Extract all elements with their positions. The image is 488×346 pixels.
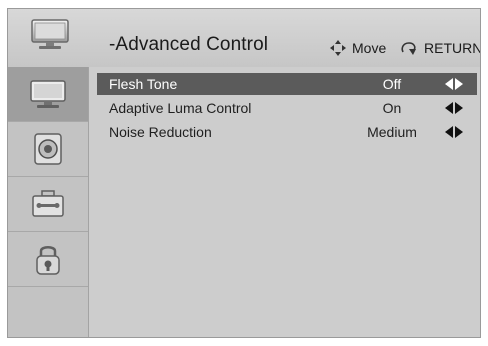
- setup-toolbox-icon: [32, 190, 64, 217]
- osd-menu-frame: -Advanced Control Move RETURN Flesh Tone…: [7, 8, 481, 338]
- setting-row-adaptive-luma-control[interactable]: Adaptive Luma Control On: [97, 97, 477, 119]
- sidebar-item-setup[interactable]: [8, 177, 88, 232]
- setting-row-flesh-tone[interactable]: Flesh Tone Off: [97, 73, 477, 95]
- sidebar-item-audio[interactable]: [8, 122, 88, 177]
- setting-value: On: [382, 100, 402, 116]
- menu-header: -Advanced Control Move RETURN: [8, 9, 481, 68]
- menu-title: -Advanced Control: [109, 34, 269, 55]
- left-right-arrows-icon[interactable]: [445, 78, 463, 90]
- tv-icon: [31, 19, 69, 49]
- sidebar-item-lock[interactable]: [8, 232, 88, 287]
- category-sidebar: [8, 67, 89, 337]
- setting-label: Noise Reduction: [109, 124, 212, 140]
- left-right-arrows-icon[interactable]: [445, 126, 463, 138]
- return-icon: [401, 42, 416, 55]
- move-arrows-icon: [330, 40, 346, 56]
- settings-panel: Flesh Tone Off Adaptive Luma Control On …: [89, 67, 480, 337]
- picture-tv-icon: [30, 80, 66, 108]
- audio-speaker-icon: [34, 133, 62, 165]
- return-label: RETURN: [424, 40, 481, 56]
- move-hint: Move: [330, 40, 386, 56]
- setting-row-noise-reduction[interactable]: Noise Reduction Medium: [97, 121, 477, 143]
- setting-label: Adaptive Luma Control: [109, 100, 252, 116]
- setting-label: Flesh Tone: [109, 76, 178, 92]
- setting-value: Medium: [367, 124, 417, 140]
- lock-icon: [36, 246, 60, 275]
- left-right-arrows-icon[interactable]: [445, 102, 463, 114]
- setting-value: Off: [382, 76, 402, 92]
- move-label: Move: [352, 40, 387, 56]
- return-hint: RETURN: [400, 40, 481, 56]
- sidebar-item-picture[interactable]: [8, 67, 88, 122]
